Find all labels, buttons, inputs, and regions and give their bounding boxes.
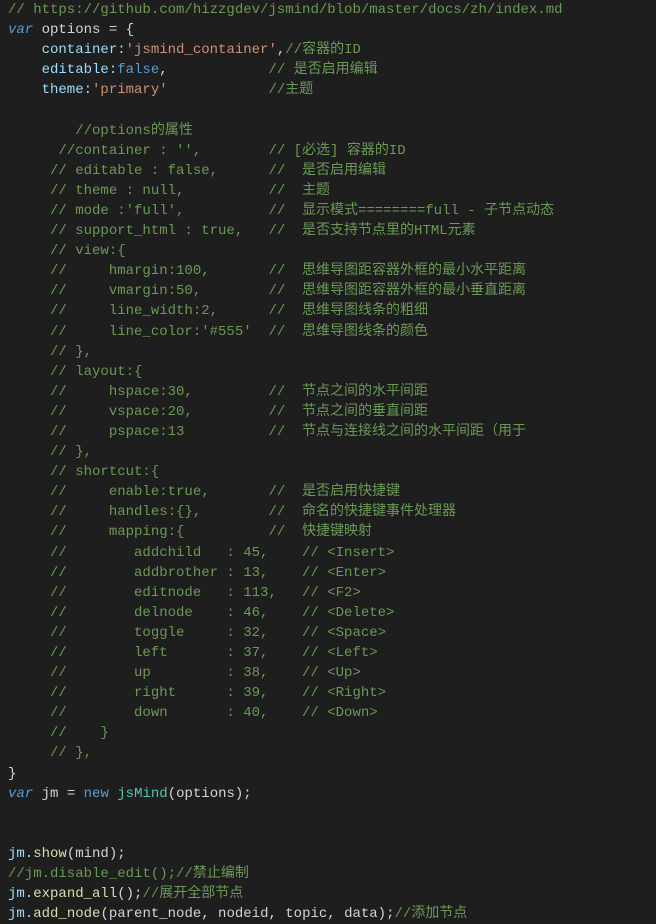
- code-line: editable:false, // 是否启用编辑: [8, 62, 378, 78]
- code-line: // line_color:'#555' // 思维导图线条的颜色: [8, 324, 428, 340]
- code-line: // vspace:20, // 节点之间的垂直间距: [8, 404, 428, 420]
- code-line: // editnode : 113, // <F2>: [8, 585, 361, 601]
- code-line: jm.expand_all();//展开全部节点: [8, 886, 243, 902]
- code-line: var options = {: [8, 22, 134, 38]
- code-line: //options的属性: [8, 123, 193, 139]
- code-line: //container : '', // [必选] 容器的ID: [8, 143, 406, 159]
- code-line: // handles:{}, // 命名的快捷键事件处理器: [8, 504, 456, 520]
- code-line: // mode :'full', // 显示模式========full - 子…: [8, 203, 554, 219]
- code-line: // support_html : true, // 是否支持节点里的HTML元…: [8, 223, 476, 239]
- code-line: jm.add_node(parent_node, nodeid, topic, …: [8, 906, 467, 922]
- code-line: //jm.disable_edit();//禁止编制: [8, 866, 249, 882]
- code-line: // delnode : 46, // <Delete>: [8, 605, 394, 621]
- code-line: // hspace:30, // 节点之间的水平间距: [8, 384, 428, 400]
- code-line: // pspace:13 // 节点与连接线之间的水平间距（用于: [8, 424, 526, 440]
- code-line: // shortcut:{: [8, 464, 159, 480]
- code-line: var jm = new jsMind(options);: [8, 786, 252, 802]
- code-line: // },: [8, 344, 92, 360]
- code-line: // editable : false, // 是否启用编辑: [8, 163, 386, 179]
- code-line: // },: [8, 444, 92, 460]
- code-line: // line_width:2, // 思维导图线条的粗细: [8, 303, 428, 319]
- code-line: // addchild : 45, // <Insert>: [8, 545, 394, 561]
- code-line: // view:{: [8, 243, 126, 259]
- code-line: // hmargin:100, // 思维导图距容器外框的最小水平距离: [8, 263, 526, 279]
- code-line: // https://github.com/hizzgdev/jsmind/bl…: [8, 2, 563, 18]
- code-line: // mapping:{ // 快捷键映射: [8, 524, 372, 540]
- code-line: // right : 39, // <Right>: [8, 685, 386, 701]
- code-line: // enable:true, // 是否启用快捷键: [8, 484, 400, 500]
- code-line: // layout:{: [8, 364, 142, 380]
- code-line: // left : 37, // <Left>: [8, 645, 378, 661]
- code-line: jm.show(mind);: [8, 846, 126, 862]
- code-line: // theme : null, // 主题: [8, 183, 330, 199]
- code-line: // vmargin:50, // 思维导图距容器外框的最小垂直距离: [8, 283, 526, 299]
- code-line: // down : 40, // <Down>: [8, 705, 378, 721]
- code-line: // up : 38, // <Up>: [8, 665, 361, 681]
- code-line: }: [8, 766, 16, 782]
- code-line: // toggle : 32, // <Space>: [8, 625, 386, 641]
- code-line: theme:'primary' //主题: [8, 82, 313, 98]
- code-line: // addbrother : 13, // <Enter>: [8, 565, 386, 581]
- code-line: // }: [8, 725, 109, 741]
- code-editor[interactable]: // https://github.com/hizzgdev/jsmind/bl…: [0, 0, 656, 924]
- code-line: container:'jsmind_container',//容器的ID: [8, 42, 361, 58]
- code-line: // },: [8, 745, 92, 761]
